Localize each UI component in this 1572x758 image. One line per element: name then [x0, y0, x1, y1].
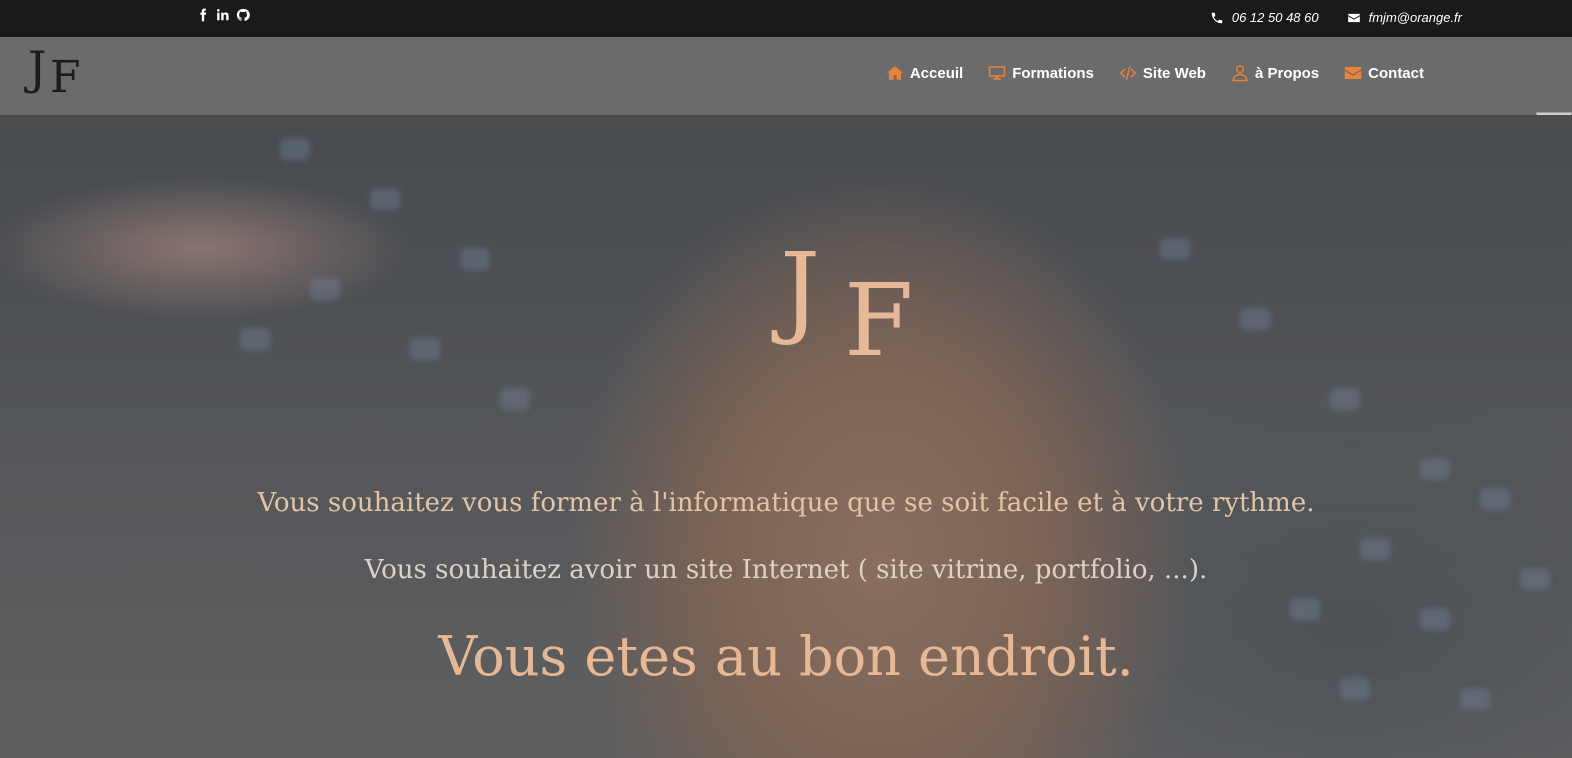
hero-headline: Vous etes au bon endroit.: [438, 625, 1134, 688]
phone-icon: [1211, 12, 1223, 23]
envelope-icon: [1347, 13, 1360, 22]
hero-tagline-website: Vous souhaitez avoir un site Internet ( …: [364, 555, 1208, 585]
nav-label-site-web: Site Web: [1142, 64, 1206, 82]
nav-item-formations[interactable]: Formations: [987, 64, 1094, 82]
email-address: fmjm@orange.fr: [1368, 10, 1462, 25]
linkedin-icon[interactable]: [216, 7, 230, 23]
nav-item-contact[interactable]: Contact: [1343, 64, 1424, 82]
hero-logo-letter-j: J: [780, 231, 821, 348]
top-bar: 06 12 50 48 60 fmjm@orange.fr: [0, 0, 1572, 37]
phone-item[interactable]: 06 12 50 48 60: [1210, 10, 1319, 25]
site-logo[interactable]: J F: [28, 45, 88, 101]
desktop-icon: [988, 66, 1006, 80]
home-icon: [886, 66, 904, 80]
nav-label-formations: Formations: [1012, 64, 1094, 82]
logo-letter-f: F: [50, 52, 81, 103]
hero-logo: J F: [780, 231, 940, 376]
hero-logo-letter-f: F: [844, 262, 914, 379]
main-navbar: J F Acceuil Formations Site Web à Propos…: [0, 37, 1572, 130]
contact-info: 06 12 50 48 60 fmjm@orange.fr: [1210, 10, 1462, 25]
hero-tagline-training: Vous souhaitez vous former à l'informati…: [257, 488, 1315, 518]
code-icon: [1119, 66, 1137, 80]
nav-item-a-propos[interactable]: à Propos: [1230, 64, 1319, 82]
facebook-icon[interactable]: [196, 7, 210, 23]
nav-label-a-propos: à Propos: [1254, 64, 1320, 82]
hero-section: J F Vous souhaitez vous former à l'infor…: [0, 128, 1572, 758]
logo-letter-j: J: [28, 41, 47, 95]
phone-number: 06 12 50 48 60: [1231, 10, 1319, 25]
nav-label-contact: Contact: [1368, 64, 1424, 82]
email-item[interactable]: fmjm@orange.fr: [1347, 10, 1462, 25]
social-links: [196, 7, 250, 23]
header-shadow-band: [0, 115, 1572, 128]
main-menu: Acceuil Formations Site Web à Propos Con…: [885, 64, 1424, 82]
envelope-icon: [1344, 67, 1362, 79]
nav-item-site-web[interactable]: Site Web: [1118, 64, 1206, 82]
github-icon[interactable]: [236, 7, 250, 23]
nav-item-acceuil[interactable]: Acceuil: [885, 64, 963, 82]
user-icon: [1230, 64, 1250, 82]
nav-label-acceuil: Acceuil: [909, 64, 964, 82]
